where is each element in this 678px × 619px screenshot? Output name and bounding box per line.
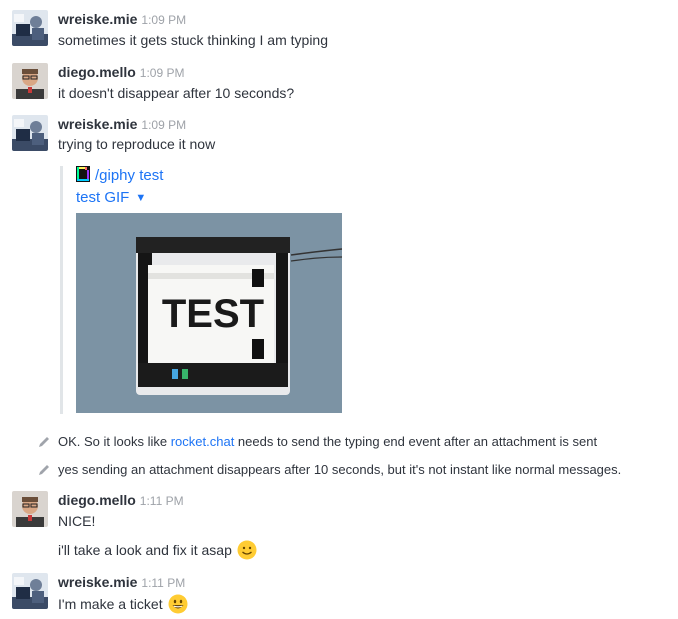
- message-text: NICE!: [58, 513, 96, 529]
- username[interactable]: diego.mello: [58, 492, 136, 508]
- username[interactable]: diego.mello: [58, 64, 136, 80]
- timestamp: 1:11 PM: [139, 494, 184, 508]
- message-item: diego.mello 1:11 PM NICE! i'll take a loo…: [0, 491, 678, 561]
- timestamp: 1:11 PM: [141, 576, 186, 590]
- message-header: wreiske.mie 1:09 PM: [58, 11, 186, 28]
- message-text-prefix: OK. So it looks like: [58, 434, 171, 449]
- avatar[interactable]: [12, 491, 48, 527]
- message-text: i'll take a look and fix it asap: [58, 540, 257, 560]
- gif-toggle[interactable]: test GIF ▼: [76, 188, 146, 208]
- message-header: wreiske.mie 1:11 PM: [58, 574, 185, 591]
- message-header: diego.mello 1:09 PM: [58, 64, 185, 81]
- gif-image[interactable]: TEST: [76, 213, 343, 413]
- message-text: yes sending an attachment disappears aft…: [58, 462, 622, 477]
- avatar[interactable]: [12, 573, 48, 609]
- message-item: wreiske.mie 1:09 PM sometimes it gets stu…: [0, 10, 678, 54]
- grinning-face-icon: [168, 594, 188, 614]
- message-header: diego.mello 1:11 PM: [58, 492, 184, 509]
- attachment-title[interactable]: /giphy test: [76, 166, 163, 186]
- message-text: OK. So it looks like rocket.chat needs t…: [58, 433, 597, 451]
- message-item: wreiske.mie 1:11 PM I'm make a ticket: [0, 573, 678, 617]
- timestamp: 1:09 PM: [139, 66, 185, 80]
- timestamp: 1:09 PM: [141, 118, 187, 132]
- caret-down-icon: ▼: [135, 192, 147, 204]
- attachment-title-text: /giphy test: [95, 167, 164, 184]
- username[interactable]: wreiske.mie: [58, 11, 137, 27]
- avatar[interactable]: [12, 10, 48, 46]
- slightly-smiling-face-icon: [237, 540, 257, 560]
- user-avatar-icon: [12, 63, 48, 99]
- username[interactable]: wreiske.mie: [58, 116, 137, 132]
- edited-message: yes sending an attachment disappears aft…: [0, 459, 678, 481]
- message-text-content: I'm make a ticket: [58, 596, 163, 612]
- edited-message: OK. So it looks like rocket.chat needs t…: [0, 431, 678, 453]
- message-header: wreiske.mie 1:09 PM: [58, 116, 186, 133]
- attachment: /giphy test test GIF ▼ TEST: [60, 166, 353, 414]
- message-text: it doesn't disappear after 10 seconds?: [58, 85, 295, 101]
- user-avatar-icon: [12, 491, 48, 527]
- followup-text: i'll take a look and fix it asap: [58, 542, 232, 558]
- pencil-icon: [39, 437, 49, 447]
- pencil-icon: [39, 465, 49, 475]
- timestamp: 1:09 PM: [141, 13, 187, 27]
- gif-image-text: TEST: [162, 292, 264, 336]
- message-text: I'm make a ticket: [58, 594, 188, 614]
- avatar[interactable]: [12, 63, 48, 99]
- user-avatar-icon: [12, 115, 48, 151]
- message-text-suffix: needs to send the typing end event after…: [234, 434, 598, 449]
- message-item: wreiske.mie 1:09 PM trying to reproduce i…: [0, 115, 678, 159]
- username[interactable]: wreiske.mie: [58, 574, 137, 590]
- gif-label: test GIF: [76, 189, 130, 206]
- message-text: trying to reproduce it now: [58, 136, 216, 152]
- rocket-chat-link[interactable]: rocket.chat: [171, 434, 235, 449]
- user-avatar-icon: [12, 573, 48, 609]
- message-item: diego.mello 1:09 PM it doesn't disappear …: [0, 63, 678, 107]
- avatar[interactable]: [12, 115, 48, 151]
- message-text: sometimes it gets stuck thinking I am ty…: [58, 32, 328, 48]
- giphy-icon: [76, 166, 90, 182]
- user-avatar-icon: [12, 10, 48, 46]
